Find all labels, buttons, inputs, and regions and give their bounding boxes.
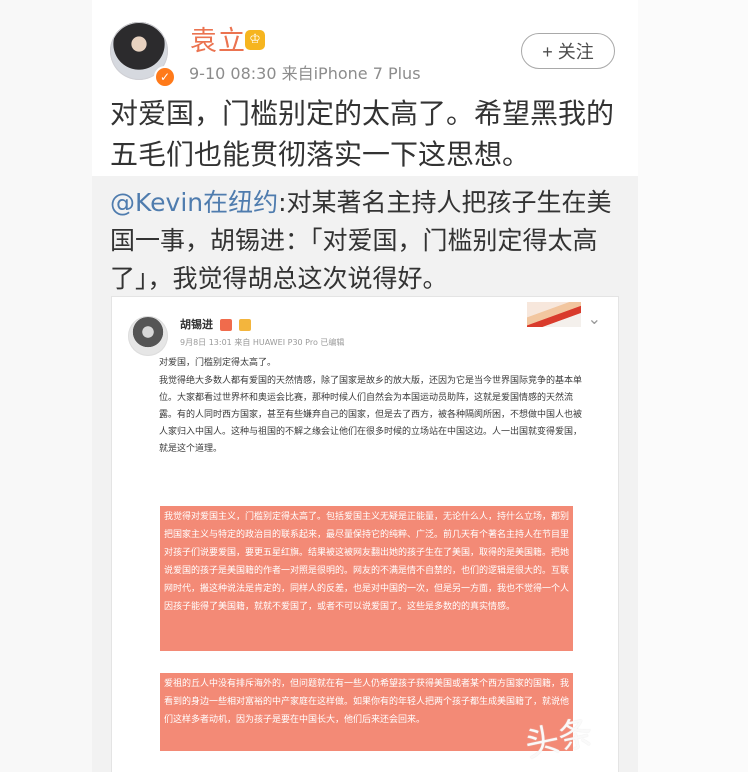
embedded-paragraph: 我觉得绝大多数人都有爱国的天然情感，除了国家是故乡的放大版，还因为它是当今世界国… [159, 376, 583, 454]
author-name[interactable]: 袁立 [190, 25, 246, 59]
crown-icon: ♔ [245, 30, 265, 50]
right-margin [638, 0, 748, 772]
highlighted-paragraph: 我觉得对爱国主义，门槛别定得太高了。包括爱国主义无疑是正能量，无论什么人，持什么… [160, 506, 573, 651]
verified-badge-icon: ✓ [154, 66, 176, 88]
embedded-verified-badge-icon [220, 319, 232, 331]
post-meta: 9-10 08:30 来自iPhone 7 Plus [189, 64, 421, 83]
embedded-author-name: 胡锡进 [180, 318, 213, 331]
post-header: ✓ 袁立 ♔ 9-10 08:30 来自iPhone 7 Plus + 关注 [92, 0, 638, 98]
weibo-post-card: ✓ 袁立 ♔ 9-10 08:30 来自iPhone 7 Plus + 关注 对… [92, 0, 638, 772]
chevron-down-icon[interactable]: ⌄ [588, 311, 601, 327]
embedded-user-avatar [128, 316, 168, 356]
retweet-text: @Kevin在纽约:对某著名主持人把孩子生在美国一事，胡锡进：「对爱国，门槛别定… [110, 184, 620, 298]
weibo-post-screenshot: ✓ 袁立 ♔ 9-10 08:30 来自iPhone 7 Plus + 关注 对… [0, 0, 748, 772]
retweet-mention-link[interactable]: @Kevin在纽约 [110, 188, 278, 217]
embedded-screenshot[interactable]: 胡锡进 9月8日 13:01 来自 HUAWEI P30 Pro 已编辑 ⌄ 对… [112, 297, 618, 772]
embedded-crown-icon [239, 319, 251, 331]
embedded-post-meta: 9月8日 13:01 来自 HUAWEI P30 Pro 已编辑 [180, 338, 345, 347]
embedded-first-line: 对爱国，门槛别定得太高了。 [159, 358, 277, 368]
embedded-decoration [527, 302, 581, 327]
highlighted-paragraph: 爱祖的丘人中没有排斥海外的，但问题就在有一些人仍希望孩子获得美国或者某个西方国家… [160, 673, 573, 751]
post-body-text: 对爱国，门槛别定的太高了。希望黑我的五毛们也能贯彻落实一下这思想。 [110, 97, 615, 171]
follow-button[interactable]: + 关注 [521, 33, 615, 69]
left-margin [0, 0, 92, 772]
